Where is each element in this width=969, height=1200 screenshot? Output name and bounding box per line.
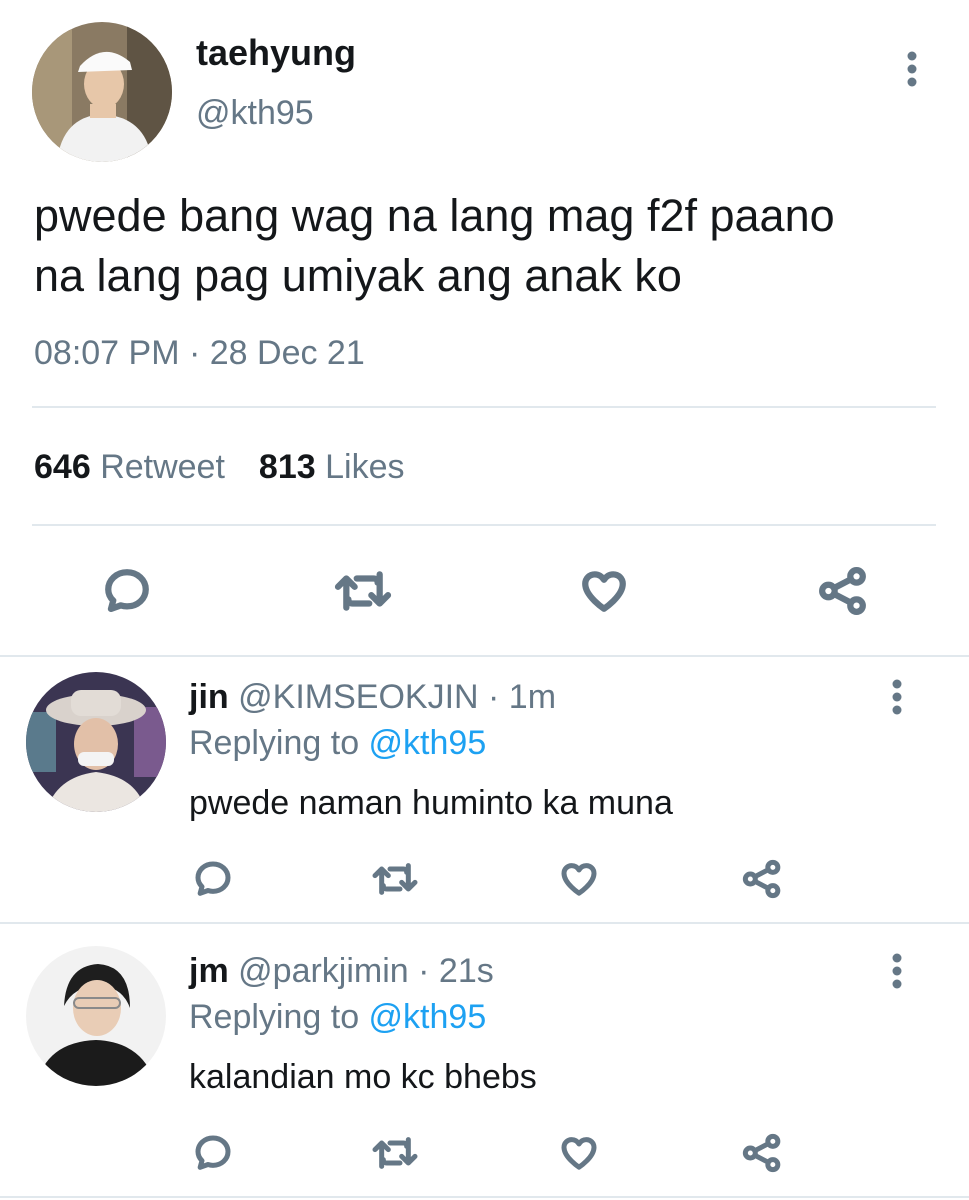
more-options-icon[interactable]	[882, 678, 912, 718]
divider	[0, 655, 969, 657]
like-icon[interactable]	[557, 859, 601, 899]
more-options-icon[interactable]	[882, 952, 912, 992]
share-icon[interactable]	[741, 1133, 783, 1173]
like-label[interactable]: Likes	[325, 448, 404, 486]
tweet-text-line: pwede bang wag na lang mag f2f paano	[34, 190, 835, 241]
reply-time: 1m	[508, 678, 557, 716]
like-icon[interactable]	[578, 566, 630, 616]
share-icon[interactable]	[818, 566, 868, 616]
reply-text: kalandian mo kc bhebs	[189, 1058, 537, 1096]
meta-separator: ·	[408, 952, 439, 990]
tweet-date: 28 Dec 21	[209, 334, 365, 372]
author-name[interactable]: taehyung	[196, 32, 356, 74]
tweet-text-line: na lang pag umiyak ang anak ko	[34, 250, 682, 301]
divider	[0, 1196, 969, 1198]
meta-separator: ·	[179, 334, 210, 372]
more-options-icon[interactable]	[897, 50, 927, 90]
reply-icon[interactable]	[102, 566, 152, 616]
replying-label: Replying to	[189, 724, 369, 762]
retweet-icon[interactable]	[333, 566, 393, 616]
divider	[32, 406, 936, 408]
reply-time: 21s	[438, 952, 494, 990]
replying-mention[interactable]: @kth95	[369, 724, 487, 762]
replying-to: Replying to @kth95	[189, 724, 486, 763]
retweet-icon[interactable]	[370, 859, 420, 899]
reply-header: jm @parkjimin · 21s	[189, 952, 494, 991]
reply-author-handle[interactable]: @parkjimin	[238, 952, 409, 990]
meta-separator: ·	[478, 678, 509, 716]
replying-to: Replying to @kth95	[189, 998, 486, 1037]
share-icon[interactable]	[741, 859, 783, 899]
tweet-stats: 646 Retweet 813 Likes	[34, 448, 404, 487]
reply-icon[interactable]	[192, 1133, 234, 1173]
divider	[0, 922, 969, 924]
retweet-label[interactable]: Retweet	[100, 448, 225, 486]
replying-mention[interactable]: @kth95	[369, 998, 487, 1036]
replying-label: Replying to	[189, 998, 369, 1036]
like-count[interactable]: 813	[259, 448, 316, 486]
tweet-timestamp: 08:07 PM · 28 Dec 21	[34, 334, 365, 373]
author-avatar[interactable]	[32, 22, 172, 162]
divider	[32, 524, 936, 526]
reply-avatar[interactable]	[26, 946, 166, 1086]
reply-avatar[interactable]	[26, 672, 166, 812]
retweet-count[interactable]: 646	[34, 448, 91, 486]
reply-author-name[interactable]: jm	[189, 952, 229, 990]
author-handle[interactable]: @kth95	[196, 94, 314, 133]
reply-text: pwede naman huminto ka muna	[189, 784, 673, 822]
tweet-time: 08:07 PM	[34, 334, 180, 372]
like-icon[interactable]	[557, 1133, 601, 1173]
tweet-text: pwede bang wag na lang mag f2f paano na …	[34, 186, 934, 306]
reply-header: jin @KIMSEOKJIN · 1m	[189, 678, 556, 717]
reply-author-handle[interactable]: @KIMSEOKJIN	[238, 678, 478, 716]
reply-author-name[interactable]: jin	[189, 678, 229, 716]
retweet-icon[interactable]	[370, 1133, 420, 1173]
reply-icon[interactable]	[192, 859, 234, 899]
